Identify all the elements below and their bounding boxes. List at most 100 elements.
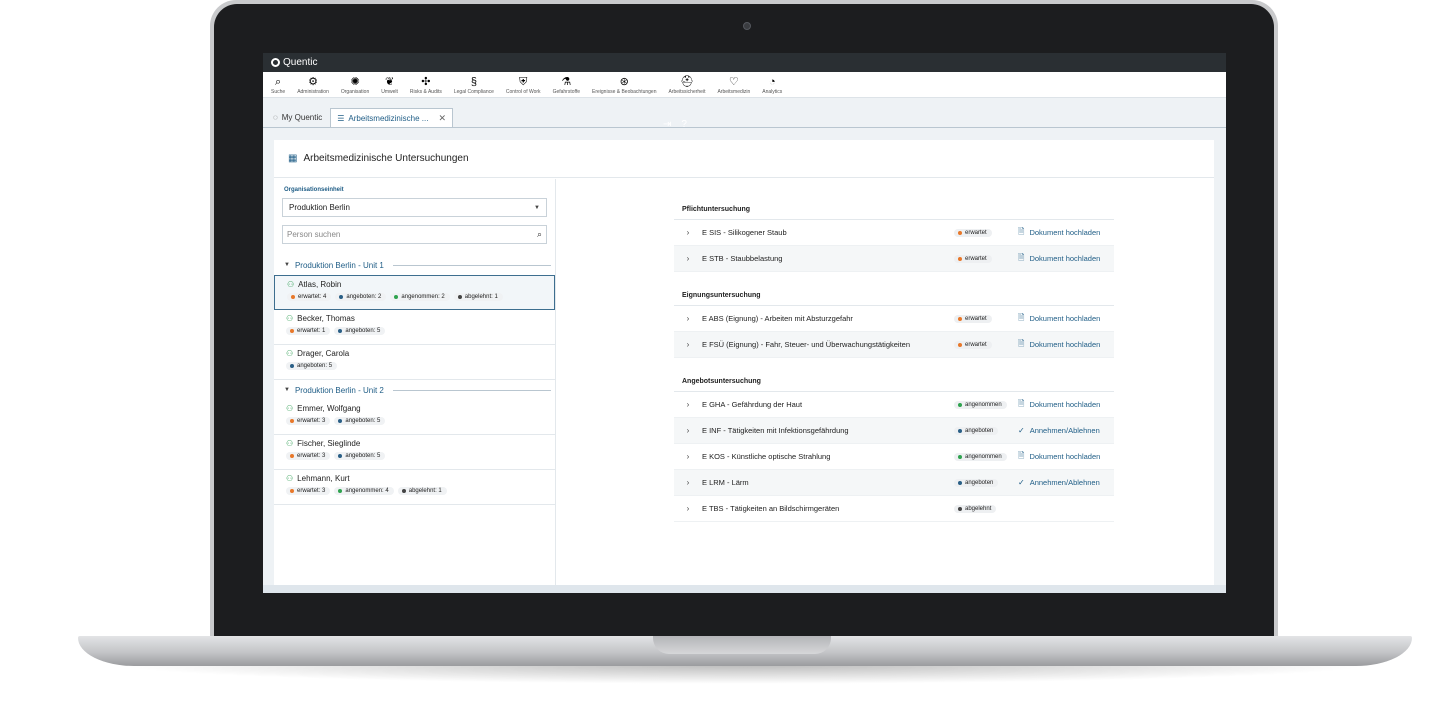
close-icon[interactable]: ✕ bbox=[438, 113, 446, 124]
chevron-right-icon[interactable]: › bbox=[674, 478, 702, 487]
group-name: Produktion Berlin - Unit 1 bbox=[294, 260, 384, 270]
toolbar-item-label: Legal Compliance bbox=[453, 89, 494, 95]
exam-row[interactable]: › E TBS - Tätigkeiten an Bildschirmgeräte… bbox=[674, 496, 1114, 522]
status-dot bbox=[394, 295, 399, 299]
chevron-right-icon[interactable]: › bbox=[674, 452, 702, 461]
tab-arbeitsmedizin[interactable]: ☰ Arbeitsmedizinische ... ✕ bbox=[330, 108, 453, 127]
toolbar-item[interactable]: ⚗ Gefahrstoffe bbox=[553, 75, 580, 95]
help-icon[interactable]: ? bbox=[681, 119, 687, 130]
group-header[interactable]: ▼ Produktion Berlin - Unit 1 bbox=[274, 255, 555, 275]
person-row[interactable]: ⚇ Emmer, Wolfgang erwartet: 3 angeboten: 5 bbox=[274, 400, 555, 435]
caret-down-icon: ▼ bbox=[284, 262, 290, 268]
status-badge: angeboten: 5 bbox=[334, 417, 386, 425]
status-badge: erwartet: 4 bbox=[287, 293, 332, 301]
person-search-input[interactable] bbox=[287, 230, 537, 239]
toolbar-item[interactable]: ◔ Analytics bbox=[762, 75, 782, 95]
status-dot bbox=[958, 342, 962, 347]
chevron-right-icon[interactable]: › bbox=[674, 340, 702, 349]
exam-action[interactable]: 🗎 Dokument hochladen bbox=[1018, 338, 1114, 352]
status-badge-text: abgelehnt bbox=[965, 505, 992, 512]
status-badge-text: angeboten: 5 bbox=[345, 328, 381, 334]
document-upload-icon: 🗎 bbox=[1018, 226, 1025, 236]
toolbar-item[interactable]: ✣ Risks & Audits bbox=[410, 75, 442, 95]
status-badges: angeboten: 5 bbox=[286, 362, 555, 370]
exam-action-link[interactable]: Dokument hochladen bbox=[1029, 314, 1100, 323]
group-header[interactable]: ▼ Produktion Berlin - Unit 2 bbox=[274, 380, 555, 400]
heart-icon: ♡ bbox=[728, 76, 739, 88]
section-title: Pflichtuntersuchung bbox=[674, 206, 1114, 220]
exam-action-link[interactable]: Dokument hochladen bbox=[1029, 228, 1100, 237]
status-dot bbox=[958, 230, 962, 235]
status-badges: erwartet: 4 angeboten: 2 angenommen: 2 abge… bbox=[287, 293, 554, 301]
status-badge-text: erwartet: 4 bbox=[298, 294, 327, 300]
section-title: Eignungsuntersuchung bbox=[674, 292, 1114, 306]
exam-row[interactable]: › E GHA - Gefährdung der Haut angenommen 🗎 D… bbox=[674, 392, 1114, 418]
chevron-right-icon[interactable]: › bbox=[674, 254, 702, 263]
exam-action-link[interactable]: Annehmen/Ablehnen bbox=[1030, 426, 1100, 435]
toolbar-item[interactable]: ✺ Organisation bbox=[341, 75, 369, 95]
exam-action[interactable]: 🗎 Dokument hochladen bbox=[1018, 312, 1114, 326]
chevron-right-icon[interactable]: › bbox=[674, 504, 702, 513]
exam-action-link[interactable]: Dokument hochladen bbox=[1029, 452, 1100, 461]
logout-icon[interactable]: ⇥ bbox=[663, 119, 671, 130]
toolbar-item[interactable]: ♡ Arbeitsmedizin bbox=[717, 75, 750, 95]
group-divider bbox=[392, 389, 551, 391]
exam-action[interactable]: 🗎 Dokument hochladen bbox=[1018, 226, 1114, 240]
toolbar-item-label: Arbeitssicherheit bbox=[668, 89, 706, 95]
alert-icon: ⊛ bbox=[619, 76, 629, 88]
toolbar-item[interactable]: ⌕ Suche bbox=[271, 75, 285, 95]
status-dot bbox=[958, 402, 962, 407]
exam-row[interactable]: › E LRM - Lärm angeboten ✓ Annehmen/Ablehnen bbox=[674, 470, 1114, 496]
toolbar-item-label: Organisation bbox=[340, 89, 370, 95]
person-search[interactable]: ⌕ bbox=[282, 225, 547, 244]
toolbar-item[interactable]: ⛨ Control of Work bbox=[506, 75, 541, 95]
person-row[interactable]: ⚇ Lehmann, Kurt erwartet: 3 angenommen: 4 ab… bbox=[274, 470, 555, 505]
exam-action[interactable]: 🗎 Dokument hochladen bbox=[1018, 252, 1114, 266]
person-row[interactable]: ⚇ Atlas, Robin erwartet: 4 angeboten: 2 ange… bbox=[274, 275, 555, 310]
laptop-shadow bbox=[110, 664, 1380, 684]
search-icon[interactable]: ⌕ bbox=[537, 229, 542, 240]
toolbar-item[interactable]: ❦ Umwelt bbox=[381, 75, 398, 95]
chevron-right-icon[interactable]: › bbox=[674, 426, 702, 435]
shield-icon: ⛨ bbox=[519, 76, 528, 88]
status-badge: abgelehnt: 1 bbox=[397, 487, 447, 495]
exam-action[interactable]: ✓ Annehmen/Ablehnen bbox=[1018, 478, 1114, 487]
document-upload-icon: 🗎 bbox=[1018, 398, 1025, 408]
camera-icon bbox=[743, 22, 751, 30]
status-dot bbox=[958, 480, 962, 485]
paragraph-icon: § bbox=[470, 76, 477, 88]
exam-action[interactable]: 🗎 Dokument hochladen bbox=[1018, 450, 1114, 464]
exam-row[interactable]: › E KOS - Künstliche optische Strahlung an… bbox=[674, 444, 1114, 470]
toolbar-item[interactable]: ⊛ Ereignisse & Beobachtungen bbox=[592, 75, 657, 95]
exam-row[interactable]: › E FSÜ (Eignung) - Fahr, Steuer- und Übe… bbox=[674, 332, 1114, 358]
person-row[interactable]: ⚇ Drager, Carola angeboten: 5 bbox=[274, 345, 555, 380]
chevron-right-icon[interactable]: › bbox=[674, 228, 702, 237]
status-badge: angenommen bbox=[954, 400, 1007, 409]
exam-row[interactable]: › E ABS (Eignung) - Arbeiten mit Absturzg… bbox=[674, 306, 1114, 332]
exam-action-link[interactable]: Dokument hochladen bbox=[1029, 254, 1100, 263]
exam-row[interactable]: › E SIS - Silikogener Staub erwartet 🗎 Dokum… bbox=[674, 220, 1114, 246]
module-toolbar: ⌕ Suche ⚙ Administration ✺ Organisation ❦ Umwel… bbox=[263, 72, 1226, 98]
toolbar-item[interactable]: ⛑ Arbeitssicherheit bbox=[669, 75, 706, 95]
tab-my-quentic[interactable]: ◌ My Quentic bbox=[267, 108, 328, 127]
person-row[interactable]: ⚇ Becker, Thomas erwartet: 1 angeboten: 5 bbox=[274, 310, 555, 345]
status-badge-text: angenommen: 4 bbox=[345, 488, 389, 494]
app-screen: Quentic ⇥ ? ⌕ Suche ⚙ Administration ✺ Organi… bbox=[263, 53, 1226, 593]
chevron-right-icon[interactable]: › bbox=[674, 314, 702, 323]
helmet-icon: ⛑ bbox=[680, 76, 694, 88]
exam-action[interactable]: ✓ Annehmen/Ablehnen bbox=[1018, 426, 1114, 435]
exam-action-link[interactable]: Dokument hochladen bbox=[1029, 340, 1100, 349]
exam-row[interactable]: › E INF - Tätigkeiten mit Infektionsgefäh… bbox=[674, 418, 1114, 444]
org-unit-select[interactable]: Produktion Berlin ▼ bbox=[282, 198, 547, 217]
chevron-right-icon[interactable]: › bbox=[674, 400, 702, 409]
exam-action-link[interactable]: Annehmen/Ablehnen bbox=[1030, 478, 1100, 487]
exam-row[interactable]: › E STB - Staubbelastung erwartet 🗎 Dokument… bbox=[674, 246, 1114, 272]
exam-action-link[interactable]: Dokument hochladen bbox=[1029, 400, 1100, 409]
status-badge: angeboten: 5 bbox=[334, 327, 386, 335]
toolbar-item[interactable]: ⚙ Administration bbox=[297, 75, 329, 95]
status-badge-text: erwartet bbox=[965, 315, 987, 322]
exam-action[interactable]: 🗎 Dokument hochladen bbox=[1018, 398, 1114, 412]
toolbar-item[interactable]: § Legal Compliance bbox=[454, 75, 494, 95]
status-badges: erwartet: 3 angeboten: 5 bbox=[286, 452, 555, 460]
person-row[interactable]: ⚇ Fischer, Sieglinde erwartet: 3 angeboten:… bbox=[274, 435, 555, 470]
